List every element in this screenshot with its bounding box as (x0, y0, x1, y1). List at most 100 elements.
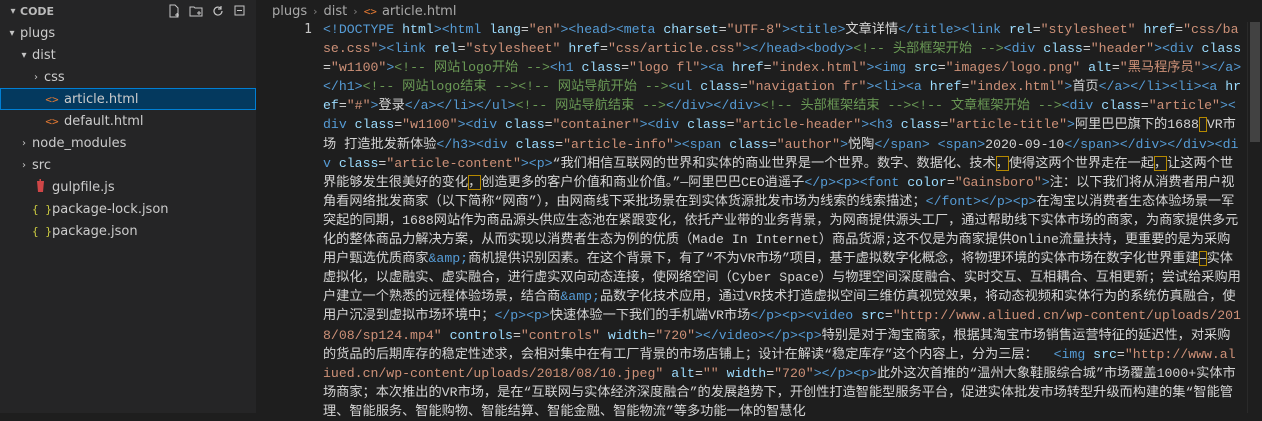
code-token-string: "navigation fr" (747, 79, 867, 95)
code-token-hl: ， (1153, 155, 1168, 171)
chevron-right-icon: › (353, 4, 358, 18)
code-token-tag: ><h3 (861, 117, 901, 133)
tree-item-label: default.html (64, 113, 144, 129)
code-token-string: "黑马程序员" (1119, 60, 1202, 76)
code-token-tag: </head> (750, 41, 806, 57)
code-token-text: 使得这两个世界走在一起 (1008, 155, 1154, 171)
code-token-text: = (512, 327, 521, 343)
tree-item-label: src (32, 157, 51, 173)
code-token-text: 登录 (378, 98, 405, 114)
code-token-tag: <title> (790, 22, 846, 37)
tree-item-default-html[interactable]: <> default.html (0, 110, 256, 132)
code-token-text: = (946, 174, 955, 190)
code-token-attr: class (729, 136, 769, 152)
code-token-comment: <!-- 网站logo结束 --> (362, 79, 519, 95)
code-token-string: "author" (776, 136, 841, 152)
code-token-text: = (1175, 22, 1184, 37)
code-token-string: "index.html" (771, 60, 867, 76)
code-token-tag: ><div (639, 117, 688, 133)
chevron-down-icon: ▾ (10, 5, 16, 17)
breadcrumb-item-plugs[interactable]: plugs (272, 4, 307, 19)
code-token-string: "article-title" (948, 117, 1068, 133)
json-file-icon: { } (32, 202, 52, 216)
code-token-attr: rel (1008, 22, 1033, 37)
code-token-attr: width (607, 327, 648, 343)
code-token-entity: &amp; (428, 251, 469, 267)
code-token-text: 首页 (1072, 79, 1099, 95)
explorer-panel: ▾ CODE ▾ plugs ▾ dist › css <> article.html <> de… (0, 0, 256, 413)
code-token-attr: src (914, 60, 938, 76)
code-token-attr: href (568, 41, 601, 57)
tree-item-css[interactable]: › css (0, 66, 256, 88)
code-token-string: "w1100" (402, 117, 458, 133)
code-token-attr: class (700, 79, 740, 95)
tree-item-package-json[interactable]: { } package.json (0, 220, 256, 242)
code-token-text: = (621, 60, 630, 76)
tree-item-label: gulpfile.js (52, 179, 115, 195)
code-token-tag: <h1 (549, 60, 582, 76)
breadcrumb-item-file[interactable]: article.html (382, 4, 457, 19)
code-token-text: = (1082, 41, 1091, 57)
code-token-tag: <a (708, 60, 732, 76)
code-token-tag: ></p><p> (813, 365, 878, 381)
code-token-attr: class (900, 117, 941, 133)
code-token-attr: class (515, 136, 556, 152)
tree-item-src[interactable]: › src (0, 154, 256, 176)
scrollbar-thumb[interactable] (1250, 22, 1260, 142)
tree-item-label: dist (32, 47, 56, 63)
code-token-text: = (338, 98, 347, 114)
code-token-text: 阿里巴巴旗下的1688 (1074, 117, 1199, 133)
collapse-all-icon[interactable] (232, 3, 248, 19)
code-token-attr: href (731, 60, 764, 76)
tree-item-plugs[interactable]: ▾ plugs (0, 22, 256, 44)
editor-area: plugs › dist › <> article.html 1 <!DOCTY… (256, 0, 1262, 419)
code-token-tag: <div (1003, 41, 1044, 57)
code-token-tag: ></video></p><p> (695, 327, 822, 343)
code-token-text: 2020-09-10 (985, 136, 1065, 152)
code-text[interactable]: <!DOCTYPE html><html lang="en"><head><me… (323, 20, 1243, 421)
tree-item-node-modules[interactable]: › node_modules (0, 132, 256, 154)
code-token-text: = (694, 365, 703, 381)
code-token-text: 创造更多的客户价值和商业价值。”—阿里巴巴CEO逍遥子 (481, 174, 805, 190)
code-token-comment: <!-- 头部框架结束 --> (760, 98, 912, 114)
tree-item-dist[interactable]: ▾ dist (0, 44, 256, 66)
code-token-string: "article" (1148, 98, 1220, 114)
code-token-tag: ><div (1154, 41, 1202, 57)
code-token-attr: src (1093, 346, 1117, 362)
code-token-attr: href (929, 79, 962, 95)
code-token-tag: ><li><a (866, 79, 930, 95)
code-token-string: "article-content" (386, 155, 521, 171)
vertical-scrollbar[interactable] (1247, 22, 1262, 413)
new-folder-icon[interactable] (188, 3, 204, 19)
code-token-text: = (1116, 346, 1125, 362)
code-token-text: = (1111, 60, 1120, 76)
html-file-icon: <> (45, 114, 59, 128)
chevron-right-icon: › (313, 4, 318, 18)
code-token-tag: <img (874, 60, 914, 76)
code-token-tag: <link (386, 41, 434, 57)
code-token-tag: > (700, 60, 709, 76)
chevron-down-icon: ▾ (21, 49, 27, 61)
refresh-icon[interactable] (210, 3, 226, 19)
code-token-tag: > (782, 22, 790, 37)
code-token-tag: <meta (615, 22, 664, 37)
breadcrumb-item-dist[interactable]: dist (324, 4, 348, 19)
code-token-tag: </a></li></ul> (404, 98, 516, 114)
code-token-tag: <ul (668, 79, 701, 95)
code-token-comment: <!-- 头部框架开始 --> (853, 41, 1004, 57)
code-token-tag: </p><p><video (750, 308, 862, 324)
tree-item-gulpfile-js[interactable]: gulpfile.js (0, 176, 256, 198)
code-token-comment: <!-- 网站logo开始 --> (394, 60, 550, 76)
code-token-comment: <!-- 网站导航开始 --> (518, 79, 669, 95)
new-file-icon[interactable] (166, 3, 182, 19)
html-file-icon: <> (363, 4, 377, 18)
code-token-tag: > (433, 22, 442, 37)
code-token-text: = (718, 22, 727, 37)
code-token-string: "stylesheet" (465, 41, 569, 57)
tree-item-article-html[interactable]: <> article.html (0, 88, 256, 110)
code-token-attr: class (1043, 41, 1083, 57)
code-token-attr: href (1143, 22, 1176, 37)
explorer-title: CODE (20, 4, 55, 18)
tree-item-package-lock-json[interactable]: { } package-lock.json (0, 198, 256, 220)
code-token-attr: lang (489, 22, 521, 37)
